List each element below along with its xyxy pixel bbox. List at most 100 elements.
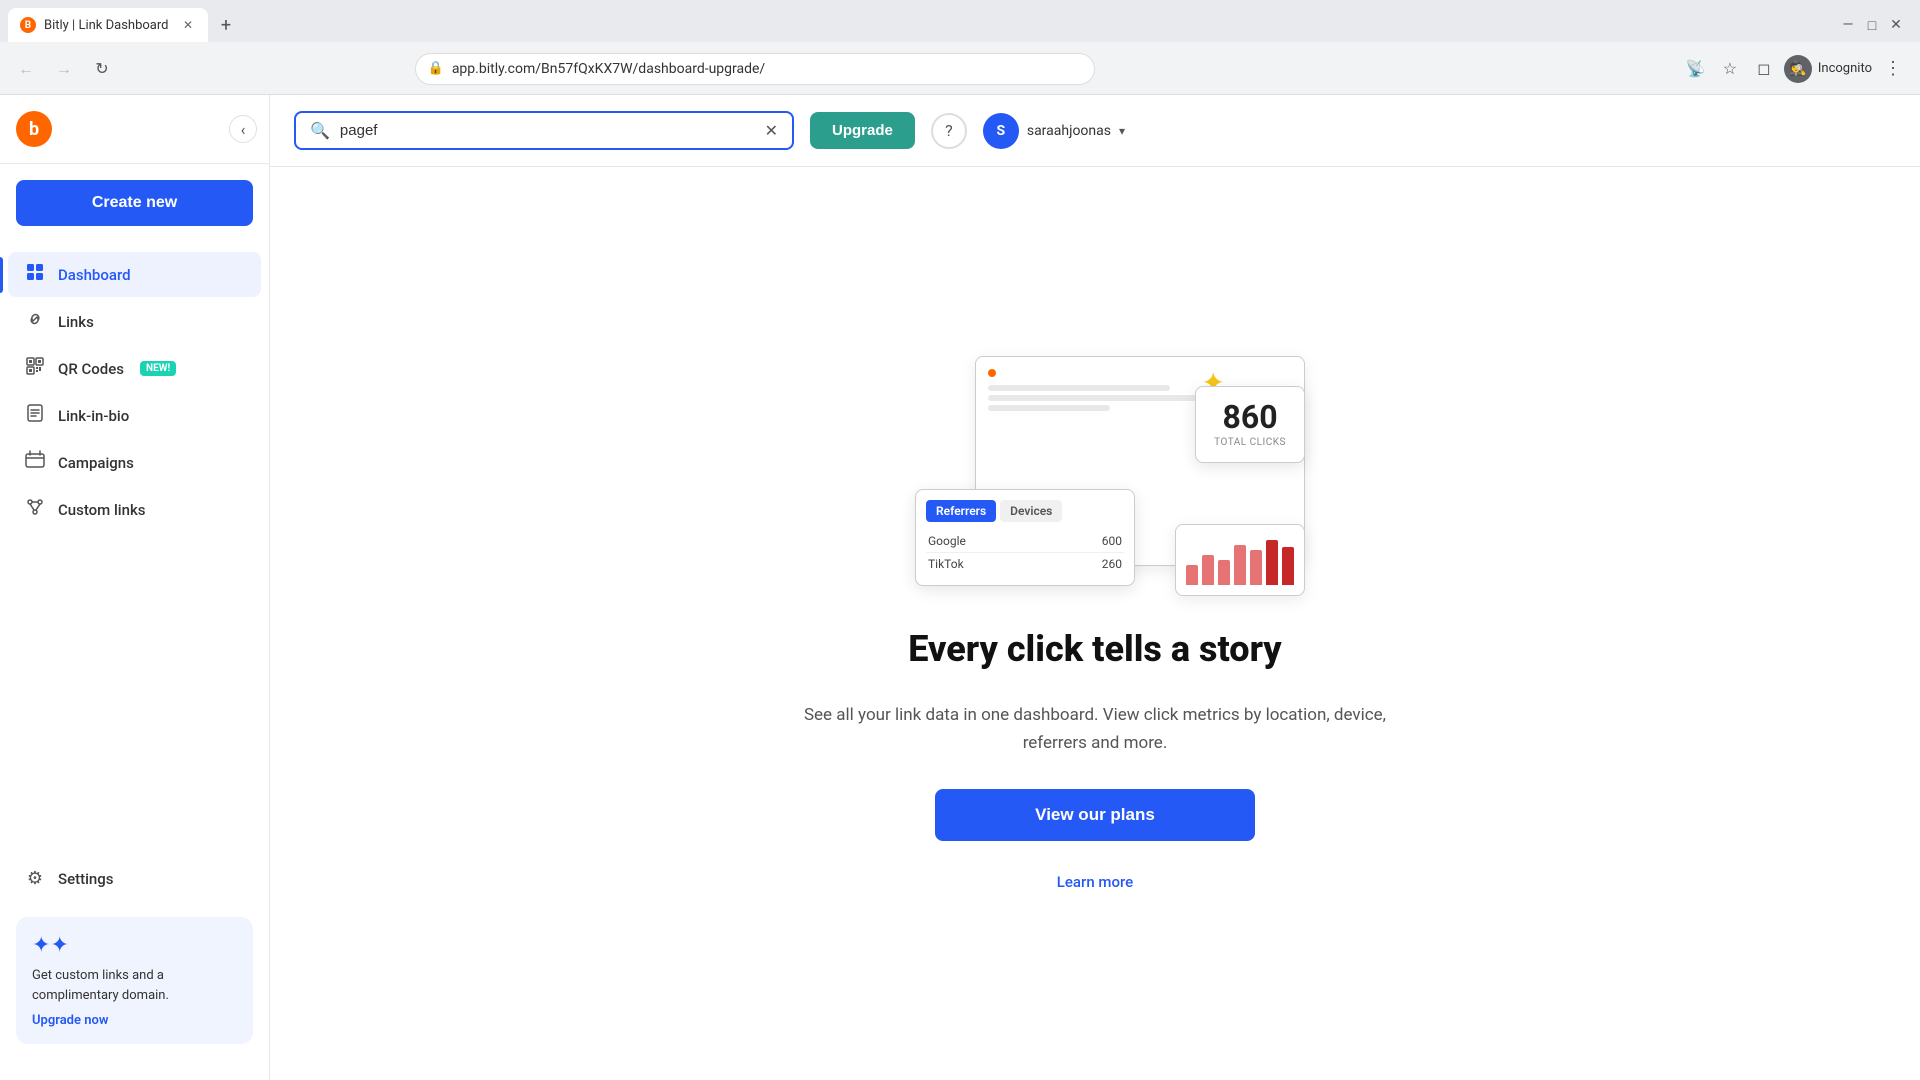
nav-item-wrapper-links: Links bbox=[0, 299, 269, 344]
screen-line bbox=[988, 405, 1110, 411]
campaigns-icon bbox=[24, 450, 46, 475]
custom-links-label: Custom links bbox=[58, 501, 146, 519]
referrers-card: Referrers Devices Google 600 TikTok 260 bbox=[915, 489, 1135, 586]
help-button[interactable]: ? bbox=[931, 113, 967, 149]
referrer-row-tiktok: TikTok 260 bbox=[926, 553, 1124, 575]
nav-item-wrapper-campaigns: Campaigns bbox=[0, 440, 269, 485]
sidebar-item-settings[interactable]: ⚙ Settings bbox=[8, 858, 261, 899]
tab-controls: — □ ✕ bbox=[1840, 17, 1912, 33]
upgrade-promo-card: ✦✦ Get custom links and a complimentary … bbox=[16, 917, 253, 1044]
collapse-sidebar-button[interactable]: ‹ bbox=[229, 115, 257, 143]
upgrade-card-text: Get custom links and a complimentary dom… bbox=[32, 966, 237, 1005]
help-icon: ? bbox=[945, 121, 953, 140]
create-new-button[interactable]: Create new bbox=[16, 180, 253, 226]
sidebar-item-campaigns[interactable]: Campaigns bbox=[8, 440, 261, 485]
referrer-source: TikTok bbox=[928, 557, 964, 571]
logo-initial: b bbox=[29, 119, 39, 140]
active-indicator bbox=[0, 257, 3, 293]
user-dropdown-arrow: ▾ bbox=[1119, 124, 1125, 138]
sidebar-header: b ‹ bbox=[0, 95, 269, 164]
top-bar: 🔍 ✕ Upgrade ? S saraahjoonas ▾ bbox=[270, 95, 1920, 167]
nav-item-wrapper-dashboard: Dashboard bbox=[0, 252, 269, 297]
search-clear-button[interactable]: ✕ bbox=[765, 121, 778, 140]
nav-item-wrapper-qr: QR Codes NEW! bbox=[0, 346, 269, 391]
incognito-label: Incognito bbox=[1818, 61, 1872, 76]
incognito-area: 🕵 Incognito bbox=[1784, 55, 1872, 83]
upgrade-button[interactable]: Upgrade bbox=[810, 112, 915, 149]
lock-icon: 🔒 bbox=[428, 61, 444, 76]
referrer-source: Google bbox=[928, 534, 966, 548]
nav-item-wrapper-settings: ⚙ Settings bbox=[0, 856, 269, 901]
stats-number: 860 bbox=[1214, 401, 1286, 433]
sidebar-item-link-in-bio[interactable]: Link-in-bio bbox=[8, 393, 261, 438]
address-bar: ← → ↻ 🔒 app.bitly.com/Bn57fQxKX7W/dashbo… bbox=[0, 42, 1920, 95]
bar-5 bbox=[1250, 550, 1262, 585]
address-actions: 📡 ☆ ◻ 🕵 Incognito ⋮ bbox=[1682, 54, 1908, 83]
referrers-tab[interactable]: Referrers bbox=[926, 500, 996, 522]
sidebar-item-custom-links[interactable]: Custom links bbox=[8, 487, 261, 532]
user-area[interactable]: S saraahjoonas ▾ bbox=[983, 113, 1125, 149]
learn-more-link[interactable]: Learn more bbox=[1057, 873, 1133, 891]
forward-button[interactable]: → bbox=[50, 55, 78, 83]
screen-dot bbox=[988, 369, 996, 377]
bar-6 bbox=[1266, 540, 1278, 585]
referrer-count: 600 bbox=[1102, 534, 1122, 548]
close-window-button[interactable]: ✕ bbox=[1888, 17, 1904, 33]
url-bar[interactable]: 🔒 app.bitly.com/Bn57fQxKX7W/dashboard-up… bbox=[415, 53, 1095, 85]
url-text: app.bitly.com/Bn57fQxKX7W/dashboard-upgr… bbox=[452, 61, 1082, 77]
view-plans-button[interactable]: View our plans bbox=[935, 789, 1255, 841]
sidebar-item-links[interactable]: Links bbox=[8, 299, 261, 344]
link-in-bio-icon bbox=[24, 403, 46, 428]
cast-icon[interactable]: 📡 bbox=[1682, 55, 1710, 83]
sidebar-item-dashboard[interactable]: Dashboard bbox=[8, 252, 261, 297]
dashboard-icon bbox=[24, 262, 46, 287]
bitly-logo: b bbox=[16, 111, 52, 147]
sidebar-item-qr-codes[interactable]: QR Codes NEW! bbox=[8, 346, 261, 391]
back-button[interactable]: ← bbox=[12, 55, 40, 83]
bookmark-icon[interactable]: ☆ bbox=[1716, 55, 1744, 83]
bar-2 bbox=[1202, 555, 1214, 585]
maximize-button[interactable]: □ bbox=[1864, 17, 1880, 33]
upgrade-card-icon: ✦✦ bbox=[32, 933, 237, 958]
devices-tab[interactable]: Devices bbox=[1000, 500, 1062, 522]
active-tab[interactable]: B Bitly | Link Dashboard ✕ bbox=[8, 8, 208, 42]
minimize-button[interactable]: — bbox=[1840, 17, 1856, 33]
bar-7 bbox=[1282, 547, 1294, 585]
search-box[interactable]: 🔍 ✕ bbox=[294, 111, 794, 150]
refresh-button[interactable]: ↻ bbox=[88, 55, 116, 83]
qr-codes-icon bbox=[24, 356, 46, 381]
settings-label: Settings bbox=[58, 870, 114, 888]
referrer-count: 260 bbox=[1102, 557, 1122, 571]
stats-card: 860 TOTAL CLICKS bbox=[1195, 386, 1305, 463]
sidebar-bottom: ✦✦ Get custom links and a complimentary … bbox=[0, 901, 269, 1060]
bar-chart-card bbox=[1175, 524, 1305, 596]
bar-1 bbox=[1186, 565, 1198, 585]
dashboard-illustration: ✦ 860 TOTAL CLICKS Referrers Devices Goo… bbox=[885, 356, 1305, 596]
stats-label: TOTAL CLICKS bbox=[1214, 437, 1286, 448]
bar-3 bbox=[1218, 560, 1230, 585]
upgrade-now-link[interactable]: Upgrade now bbox=[32, 1013, 108, 1028]
qr-codes-label: QR Codes bbox=[58, 360, 124, 378]
browser-menu-button[interactable]: ⋮ bbox=[1878, 54, 1908, 83]
referrers-tabs: Referrers Devices bbox=[926, 500, 1124, 522]
new-tab-button[interactable]: + bbox=[212, 11, 240, 39]
tab-title: Bitly | Link Dashboard bbox=[44, 18, 168, 33]
hero-subtitle: See all your link data in one dashboard.… bbox=[795, 702, 1395, 756]
nav-items: Dashboard Links bbox=[0, 242, 269, 856]
sidebar: b ‹ Create new Dashboard bbox=[0, 95, 270, 1080]
bar-chart bbox=[1186, 535, 1294, 585]
hero-title: Every click tells a story bbox=[908, 628, 1281, 670]
search-input[interactable] bbox=[340, 122, 755, 139]
hero-area: ✦ 860 TOTAL CLICKS Referrers Devices Goo… bbox=[270, 167, 1920, 1080]
profile-icon[interactable]: ◻ bbox=[1750, 55, 1778, 83]
browser-chrome: B Bitly | Link Dashboard ✕ + — □ ✕ ← → ↻… bbox=[0, 0, 1920, 95]
nav-item-wrapper-link-in-bio: Link-in-bio bbox=[0, 393, 269, 438]
tab-close-button[interactable]: ✕ bbox=[180, 17, 196, 33]
user-avatar: S bbox=[983, 113, 1019, 149]
links-label: Links bbox=[58, 313, 94, 331]
user-name: saraahjoonas bbox=[1027, 123, 1111, 139]
custom-links-icon bbox=[24, 497, 46, 522]
bar-4 bbox=[1234, 545, 1246, 585]
search-icon: 🔍 bbox=[310, 121, 330, 140]
incognito-icon: 🕵 bbox=[1784, 55, 1812, 83]
